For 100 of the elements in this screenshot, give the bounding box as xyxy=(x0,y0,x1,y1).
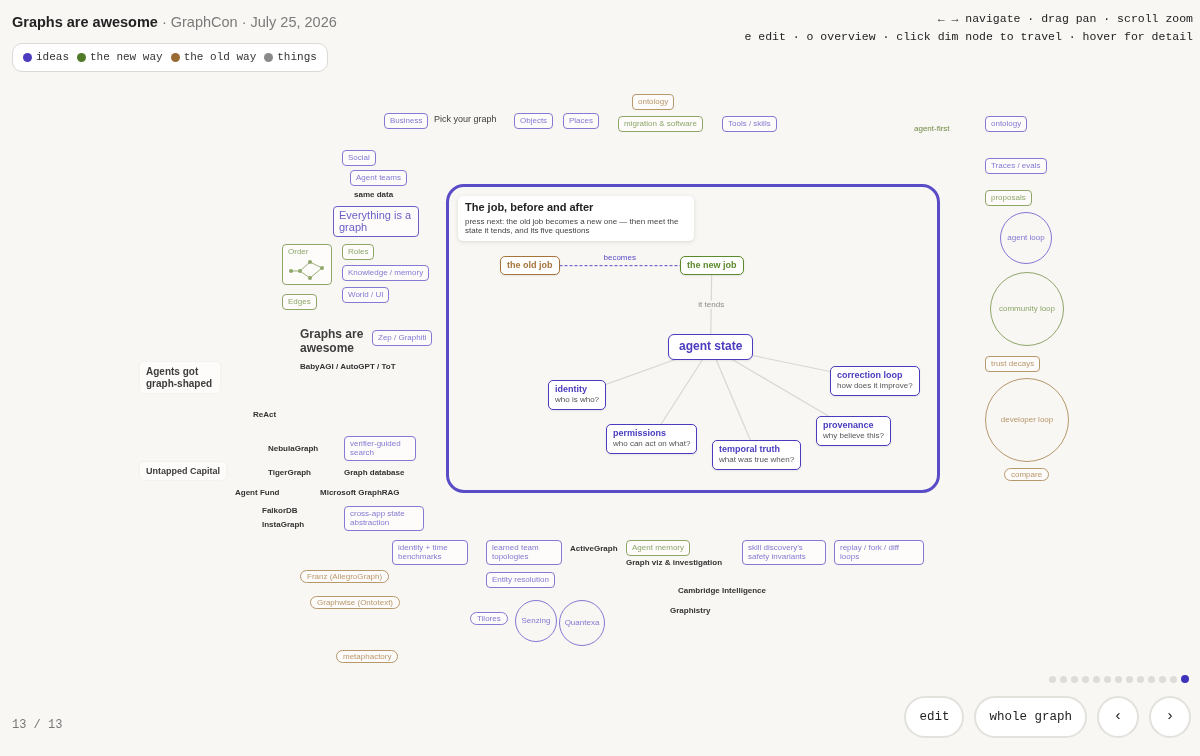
graph-node[interactable]: Order xyxy=(282,244,332,286)
node-title: Everything is a graph xyxy=(339,209,413,234)
graph-node[interactable]: ontology xyxy=(632,94,675,111)
next-button[interactable]: › xyxy=(1149,696,1191,738)
graph-node[interactable]: learned team topologies xyxy=(486,540,562,566)
graph-node[interactable]: Entity resolution xyxy=(486,572,555,589)
node-label[interactable]: BabyAGI / AutoGPT / ToT xyxy=(300,362,396,372)
graph-node[interactable]: migration & software xyxy=(618,116,703,133)
node-label[interactable]: Microsoft GraphRAG xyxy=(320,488,400,498)
graph-node[interactable]: verifier-guided search xyxy=(344,436,416,462)
graph-node[interactable]: ontology xyxy=(985,116,1028,133)
node-title: Social xyxy=(348,153,370,163)
node-label[interactable]: Graphistry xyxy=(670,606,711,616)
graph-node[interactable]: Agents got graph-shaped xyxy=(140,362,220,393)
page-dot[interactable] xyxy=(1104,675,1111,683)
circle-node[interactable]: Senzing xyxy=(515,600,557,642)
node-subtitle: why believe this? xyxy=(823,431,884,441)
node-title: the old job xyxy=(507,260,553,271)
graph-node[interactable]: identity who is who? xyxy=(548,380,607,410)
page-dot[interactable] xyxy=(1049,675,1056,683)
node-title: cross-app state abstraction xyxy=(350,509,406,528)
page-dot[interactable] xyxy=(1082,675,1089,683)
graph-node[interactable]: permissions who can act on what? xyxy=(606,424,698,454)
graph-node[interactable]: Agent teams xyxy=(350,170,407,187)
node-label[interactable]: InstaGraph xyxy=(262,520,305,530)
node-title: verifier-guided search xyxy=(350,439,402,458)
graph-node[interactable]: temporal truth what was true when? xyxy=(712,440,802,470)
page-dot[interactable] xyxy=(1137,675,1144,683)
graph-node[interactable]: provenance why believe this? xyxy=(816,416,891,446)
page-dot[interactable] xyxy=(1170,675,1177,683)
node-label[interactable]: ReAct xyxy=(253,410,277,420)
node-title: Business xyxy=(390,116,423,126)
node-title: The job, before and after xyxy=(465,201,595,214)
node-label[interactable]: NebulaGraph xyxy=(268,444,319,454)
node-subtitle: who is who? xyxy=(555,395,600,405)
slide-heading: Pick your graph xyxy=(434,114,497,125)
graph-node[interactable]: proposals xyxy=(985,190,1032,207)
graph-node[interactable]: Untapped Capital xyxy=(140,462,226,481)
graph-node[interactable]: Business xyxy=(384,113,429,130)
graph-node[interactable]: Agent memory xyxy=(626,540,691,557)
tag-node[interactable]: Graphwise (Ontotext) xyxy=(310,596,401,610)
node-label[interactable]: Agent Fund xyxy=(235,488,280,498)
tag-node[interactable]: metaphactory xyxy=(336,650,399,664)
page-dot[interactable] xyxy=(1159,675,1166,683)
node-title: permissions xyxy=(613,428,668,439)
graph-node[interactable]: Objects xyxy=(514,113,554,130)
graph-node[interactable]: the old job xyxy=(500,256,560,276)
node-label[interactable]: Cambridge Intelligence xyxy=(678,586,767,596)
tag-node[interactable]: compare xyxy=(1004,468,1050,482)
edit-button[interactable]: edit xyxy=(904,696,965,738)
node-title: correction loop xyxy=(837,370,904,381)
node-label[interactable]: TigerGraph xyxy=(268,468,311,478)
graph-node[interactable]: World / UI xyxy=(342,287,390,304)
graph-node[interactable]: Places xyxy=(563,113,599,130)
graph-node[interactable]: replay / fork / diff loops xyxy=(834,540,924,566)
graph-node[interactable]: Edges xyxy=(282,294,317,311)
node-label[interactable]: Graph database xyxy=(344,468,405,478)
previous-button[interactable]: ‹ xyxy=(1097,696,1139,738)
node-title: World / UI xyxy=(348,290,384,300)
graph-node[interactable]: the new job xyxy=(680,256,744,276)
node-title: proposals xyxy=(991,193,1026,203)
page-dot[interactable] xyxy=(1093,675,1100,683)
node-title: Roles xyxy=(348,247,369,257)
order-graph-drawing xyxy=(288,259,326,282)
graph-node[interactable]: cross-app state abstraction xyxy=(344,506,424,532)
page-dot[interactable] xyxy=(1181,675,1189,683)
tag-node[interactable]: Franz (AllegroGraph) xyxy=(300,570,390,584)
page-dot[interactable] xyxy=(1060,675,1067,683)
graph-node[interactable]: Tools / skills xyxy=(722,116,777,133)
deck-title: Graphs are awesome xyxy=(12,14,158,30)
node-label[interactable]: FalkorDB xyxy=(262,506,298,516)
tag-node[interactable]: Tilores xyxy=(470,612,508,626)
overview-button[interactable]: whole graph xyxy=(974,696,1087,738)
graph-node[interactable]: agent state xyxy=(668,334,754,360)
node-title: ontology xyxy=(991,119,1022,129)
graph-node[interactable]: Everything is a graph xyxy=(333,206,419,238)
node-label[interactable]: ActiveGraph xyxy=(570,544,618,554)
graph-node[interactable]: correction loop how does it improve? xyxy=(830,366,920,396)
node-label[interactable]: same data xyxy=(354,190,394,200)
graph-node[interactable]: Traces / evals xyxy=(985,158,1047,175)
graph-node[interactable]: identity + time benchmarks xyxy=(392,540,468,566)
node-label[interactable]: Graph viz & investigation xyxy=(626,558,722,568)
node-title: learned team topologies xyxy=(492,543,540,562)
graph-node[interactable]: The job, before and after press next: the old job becomes a new one — then meet the state it tends, and its five questions xyxy=(458,196,694,241)
node-title: trust decays xyxy=(991,359,1035,369)
graph-node[interactable]: Knowledge / memory xyxy=(342,265,430,282)
graph-node[interactable]: trust decays xyxy=(985,356,1041,373)
node-title: Traces / evals xyxy=(991,161,1041,171)
node-title: Zep / Graphiti xyxy=(378,333,427,343)
node-title: identity + time benchmarks xyxy=(398,543,449,562)
shortcut-hint: ← → navigate · drag pan · scroll zoom xyxy=(937,11,1193,27)
page-dot[interactable] xyxy=(1148,675,1155,683)
page-dot[interactable] xyxy=(1115,675,1122,683)
page-dot[interactable] xyxy=(1071,675,1078,683)
graph-node[interactable]: Roles xyxy=(342,244,375,261)
graph-node[interactable]: skill discovery's safety invariants xyxy=(742,540,826,566)
graph-node[interactable]: Social xyxy=(342,150,376,167)
page-dot[interactable] xyxy=(1126,675,1133,683)
graph-node[interactable]: Zep / Graphiti xyxy=(372,330,433,347)
shortcut-hint: e edit · o overview · click dim node to travel · hover for detail xyxy=(744,29,1193,45)
